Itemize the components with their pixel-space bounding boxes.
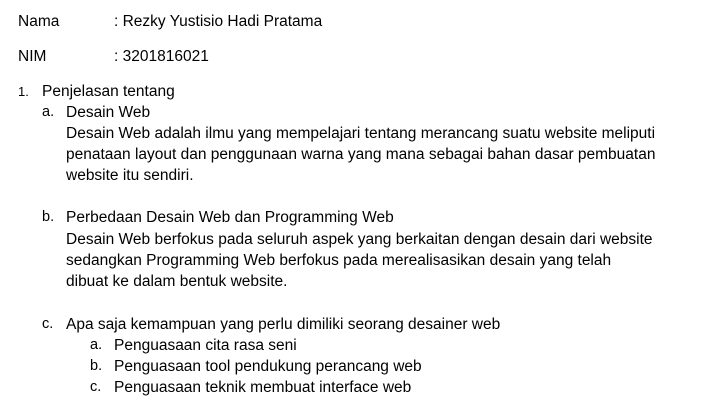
subsection-a-letter: a.: [42, 104, 55, 120]
skill-item-text: Penguasaan teknik membuat interface web: [114, 379, 412, 396]
nama-label: Nama: [18, 13, 60, 30]
skill-item-letter: b.: [90, 358, 103, 374]
subsection-c-title: Apa saja kemampuan yang perlu dimiliki s…: [66, 316, 501, 333]
subsection-b-body: Desain Web berfokus pada seluruh aspek y…: [66, 229, 696, 292]
subsection-b-line: Desain Web berfokus pada seluruh aspek y…: [66, 231, 653, 248]
skill-item-text: Penguasaan cita rasa seni: [114, 337, 297, 354]
skill-item-letter: c.: [90, 379, 102, 395]
skill-item-text: Penguasaan tool pendukung perancang web: [114, 358, 422, 375]
section-title: Penjelasan tentang: [42, 83, 175, 100]
subsection-b-line: dibuat ke dalam bentuk website.: [66, 273, 288, 290]
skill-item-letter: a.: [90, 337, 103, 353]
nama-value: : Rezky Yustisio Hadi Pratama: [114, 13, 323, 30]
subsection-a-title: Desain Web: [66, 104, 151, 121]
subsection-a-line: website itu sendiri.: [66, 167, 194, 184]
subsection-b-title: Perbedaan Desain Web dan Programming Web: [66, 209, 394, 226]
subsection-a-line: penataan layout dan penggunaan warna yan…: [66, 146, 656, 163]
list-number-1: 1.: [18, 84, 29, 99]
subsection-b-line: sedangkan Programming Web berfokus pada …: [66, 252, 612, 269]
subsection-b-letter: b.: [42, 209, 55, 225]
subsection-a-line: Desain Web adalah ilmu yang mempelajari …: [66, 125, 656, 142]
nim-value: : 3201816021: [114, 48, 209, 65]
subsection-c-letter: c.: [42, 316, 54, 332]
subsection-a-body: Desain Web adalah ilmu yang mempelajari …: [66, 123, 696, 186]
document-page: Nama : Rezky Yustisio Hadi Pratama NIM :…: [0, 0, 716, 408]
nim-label: NIM: [18, 48, 47, 65]
